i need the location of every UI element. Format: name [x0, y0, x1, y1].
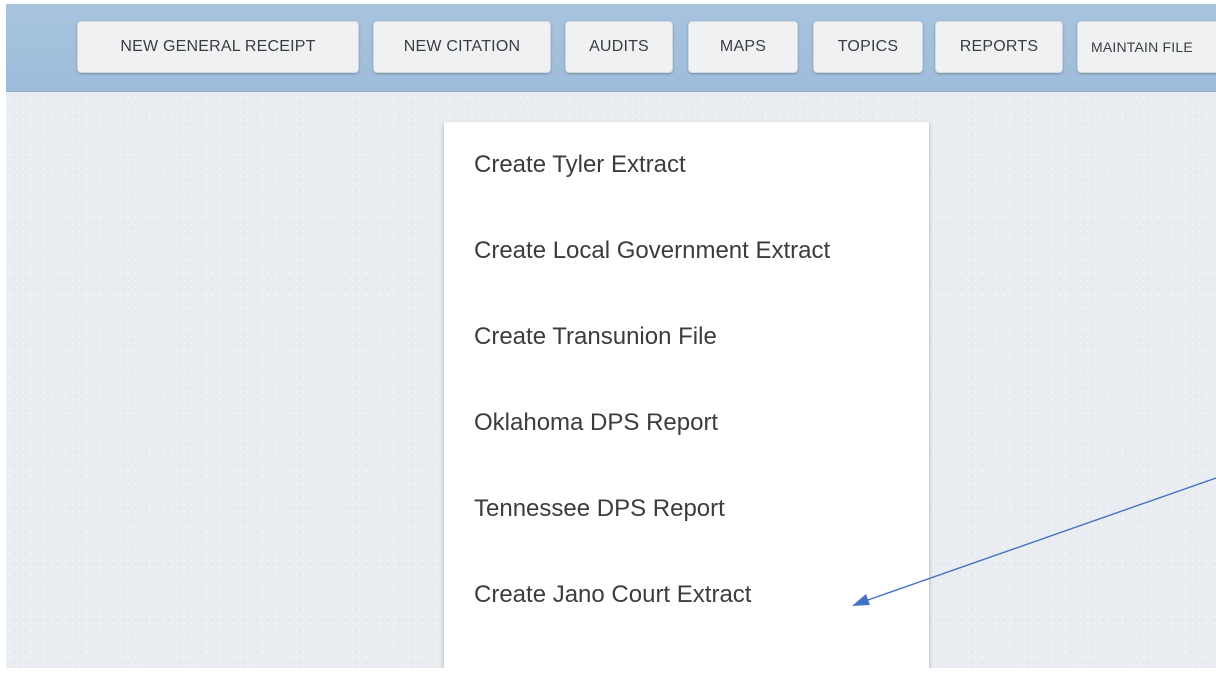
menu-item-create-transunion-file[interactable]: Create Transunion File: [444, 294, 929, 380]
new-general-receipt-button[interactable]: NEW GENERAL RECEIPT: [77, 21, 359, 73]
top-toolbar: NEW GENERAL RECEIPT NEW CITATION AUDITS …: [6, 4, 1216, 92]
maintain-file-button[interactable]: MAINTAIN FILE: [1077, 21, 1216, 73]
menu-item-oklahoma-dps-report[interactable]: Oklahoma DPS Report: [444, 380, 929, 466]
menu-item-create-local-government-extract[interactable]: Create Local Government Extract: [444, 208, 929, 294]
audits-button[interactable]: AUDITS: [565, 21, 673, 73]
reports-dropdown-menu: Create Tyler Extract Create Local Govern…: [444, 122, 929, 668]
app-window: NEW GENERAL RECEIPT NEW CITATION AUDITS …: [6, 4, 1216, 668]
menu-item-tennessee-dps-report[interactable]: Tennessee DPS Report: [444, 466, 929, 552]
menu-item-create-jano-court-extract[interactable]: Create Jano Court Extract: [444, 552, 929, 638]
topics-button[interactable]: TOPICS: [813, 21, 923, 73]
reports-button[interactable]: REPORTS: [935, 21, 1063, 73]
menu-item-create-tyler-extract[interactable]: Create Tyler Extract: [444, 122, 929, 208]
new-citation-button[interactable]: NEW CITATION: [373, 21, 551, 73]
maps-button[interactable]: MAPS: [688, 21, 798, 73]
